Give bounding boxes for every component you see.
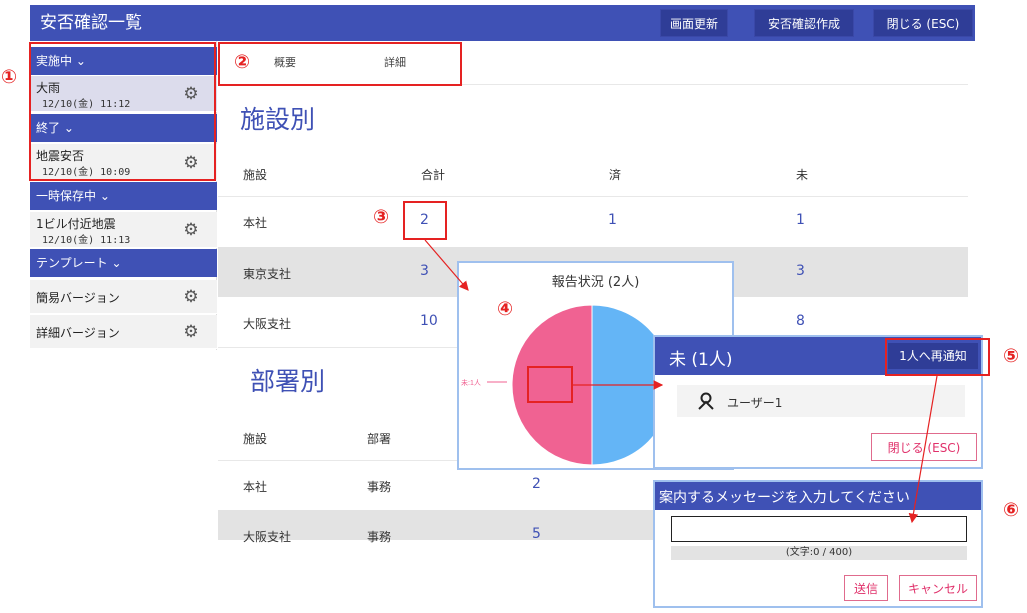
annotation-label-2: ② [234,51,251,73]
page-title: 安否確認一覧 [40,13,142,33]
item-date: 12/10(金) 11:13 [42,235,131,246]
annotation-label-3: ③ [373,206,390,228]
user-icon [698,392,714,410]
message-input[interactable] [671,516,967,542]
sidebar-item-template-detail[interactable]: 詳細バージョン ⚙ [30,315,217,349]
create-safety-check-button[interactable]: 安否確認作成 [754,9,854,37]
facility-name: 本社 [243,216,268,230]
column-header: 部署 [367,432,392,446]
character-counter: (文字:0 / 400) [671,546,967,560]
popup-header: 案内するメッセージを入力してください [655,482,981,510]
chart-title: 報告状況 (2人) [551,275,640,290]
gear-icon[interactable]: ⚙ [182,323,200,341]
column-header: 施設 [243,168,268,182]
total-count-link[interactable]: 10 [420,313,438,329]
user-name: ユーザー1 [727,396,783,410]
department-name: 事務 [367,480,392,494]
total-count-link[interactable]: 3 [420,263,429,279]
pending-count-link[interactable]: 8 [796,313,805,329]
annotation-label-5: ⑤ [1003,345,1020,367]
cancel-button[interactable]: キャンセル [899,575,977,601]
popup-title: 未 (1人) [669,350,733,370]
popup-title: 案内するメッセージを入力してください [659,490,910,506]
facility-section-title: 施設別 [240,105,316,134]
column-header: 未 [796,168,809,182]
department-section-title: 部署別 [250,367,326,396]
gear-icon[interactable]: ⚙ [182,288,200,306]
refresh-button[interactable]: 画面更新 [660,9,728,37]
section-draft[interactable]: 一時保存中 ⌄ [30,182,217,210]
slice-label: 未:1人 [461,378,481,387]
table-row [218,197,968,247]
annotation-box-2 [218,42,462,86]
annotation-box-1 [29,42,216,181]
item-name: 簡易バージョン [36,291,120,305]
gear-icon[interactable]: ⚙ [182,221,200,239]
close-popup-button[interactable]: 閉じる (ESC) [871,433,977,461]
facility-name: 大阪支社 [243,530,292,544]
facility-name: 大阪支社 [243,317,292,331]
total-count-link[interactable]: 2 [532,476,541,492]
item-name: 詳細バージョン [36,326,120,340]
column-header: 済 [609,168,622,182]
column-header: 合計 [421,168,446,182]
annotation-box-3 [403,201,447,240]
total-count-link[interactable]: 5 [532,526,541,542]
department-name: 事務 [367,530,392,544]
facility-name: 東京支社 [243,267,292,281]
list-item[interactable]: ユーザー1 [677,385,965,417]
facility-name: 本社 [243,480,268,494]
annotation-box-4 [527,366,573,403]
column-header: 施設 [243,432,268,446]
sidebar-item-draft[interactable]: 1ビル付近地震 12/10(金) 11:13 ⚙ [30,212,217,248]
send-button[interactable]: 送信 [844,575,888,601]
annotation-box-5 [885,338,990,376]
message-input-popup: 案内するメッセージを入力してください (文字:0 / 400) 送信 キャンセル [653,480,983,608]
close-button[interactable]: 閉じる (ESC) [873,9,973,37]
pending-count-link[interactable]: 3 [796,263,805,279]
annotation-label-4: ④ [497,298,514,320]
pending-count-link[interactable]: 1 [796,212,805,228]
item-name: 1ビル付近地震 [36,217,116,231]
section-template[interactable]: テンプレート ⌄ [30,249,217,277]
sidebar-item-template-simple[interactable]: 簡易バージョン ⚙ [30,280,217,314]
done-count-link[interactable]: 1 [608,212,617,228]
annotation-label-6: ⑥ [1003,499,1020,521]
app-header: 安否確認一覧 画面更新 安否確認作成 閉じる (ESC) [30,5,975,41]
annotation-label-1: ① [1,66,18,88]
